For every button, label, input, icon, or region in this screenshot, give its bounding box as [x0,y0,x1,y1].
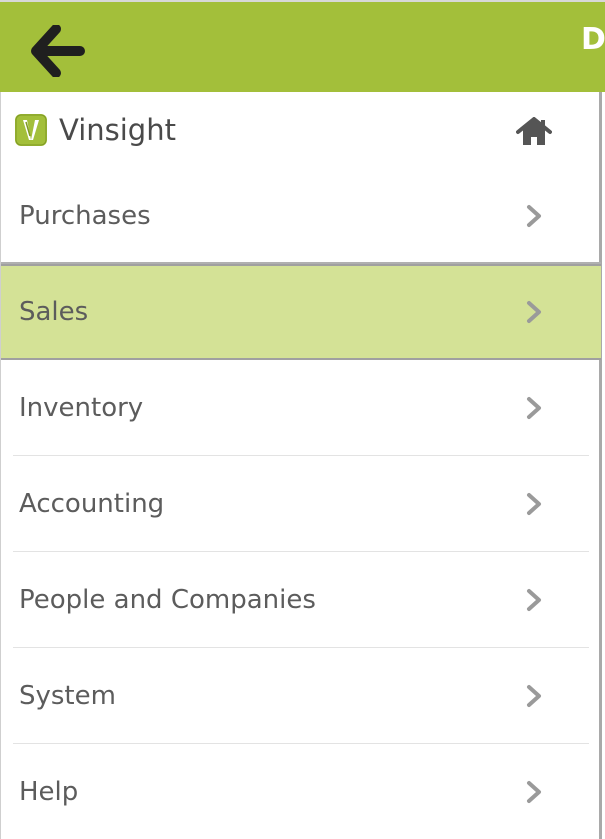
menu-item-inventory[interactable]: Inventory [1,360,601,456]
page-title: D [581,22,605,57]
menu-item-sales[interactable]: Sales [1,264,601,360]
menu-item-people-and-companies[interactable]: People and Companies [1,552,601,648]
chevron-right-icon [527,493,541,515]
chevron-right-icon [527,781,541,803]
navigation-menu: Vinsight Purchases Sales Inventory Accou… [0,92,602,839]
menu-item-label: Accounting [19,489,165,519]
chevron-right-icon [527,205,541,227]
chevron-right-icon [527,397,541,419]
menu-item-system[interactable]: System [1,648,601,744]
chevron-right-icon [527,301,541,323]
top-app-bar: D [0,0,605,92]
menu-item-label: Help [19,777,79,807]
vinsight-logo-icon [15,114,47,146]
arrow-left-icon [31,25,85,77]
menu-item-label: People and Companies [19,585,316,615]
chevron-right-icon [527,685,541,707]
menu-item-label: Sales [19,297,89,327]
back-button[interactable] [28,22,88,80]
menu-item-accounting[interactable]: Accounting [1,456,601,552]
menu-item-label: System [19,681,116,711]
brand-name: Vinsight [59,113,176,147]
home-icon [516,117,552,145]
app-window: D Vinsight Purchases Sales Inventory Acc… [0,0,605,839]
menu-item-purchases[interactable]: Purchases [1,168,601,264]
menu-item-help[interactable]: Help [1,744,601,839]
menu-item-label: Inventory [19,393,144,423]
chevron-right-icon [527,589,541,611]
menu-item-label: Purchases [19,201,151,231]
home-button[interactable] [514,114,554,150]
brand-row: Vinsight [1,92,601,172]
